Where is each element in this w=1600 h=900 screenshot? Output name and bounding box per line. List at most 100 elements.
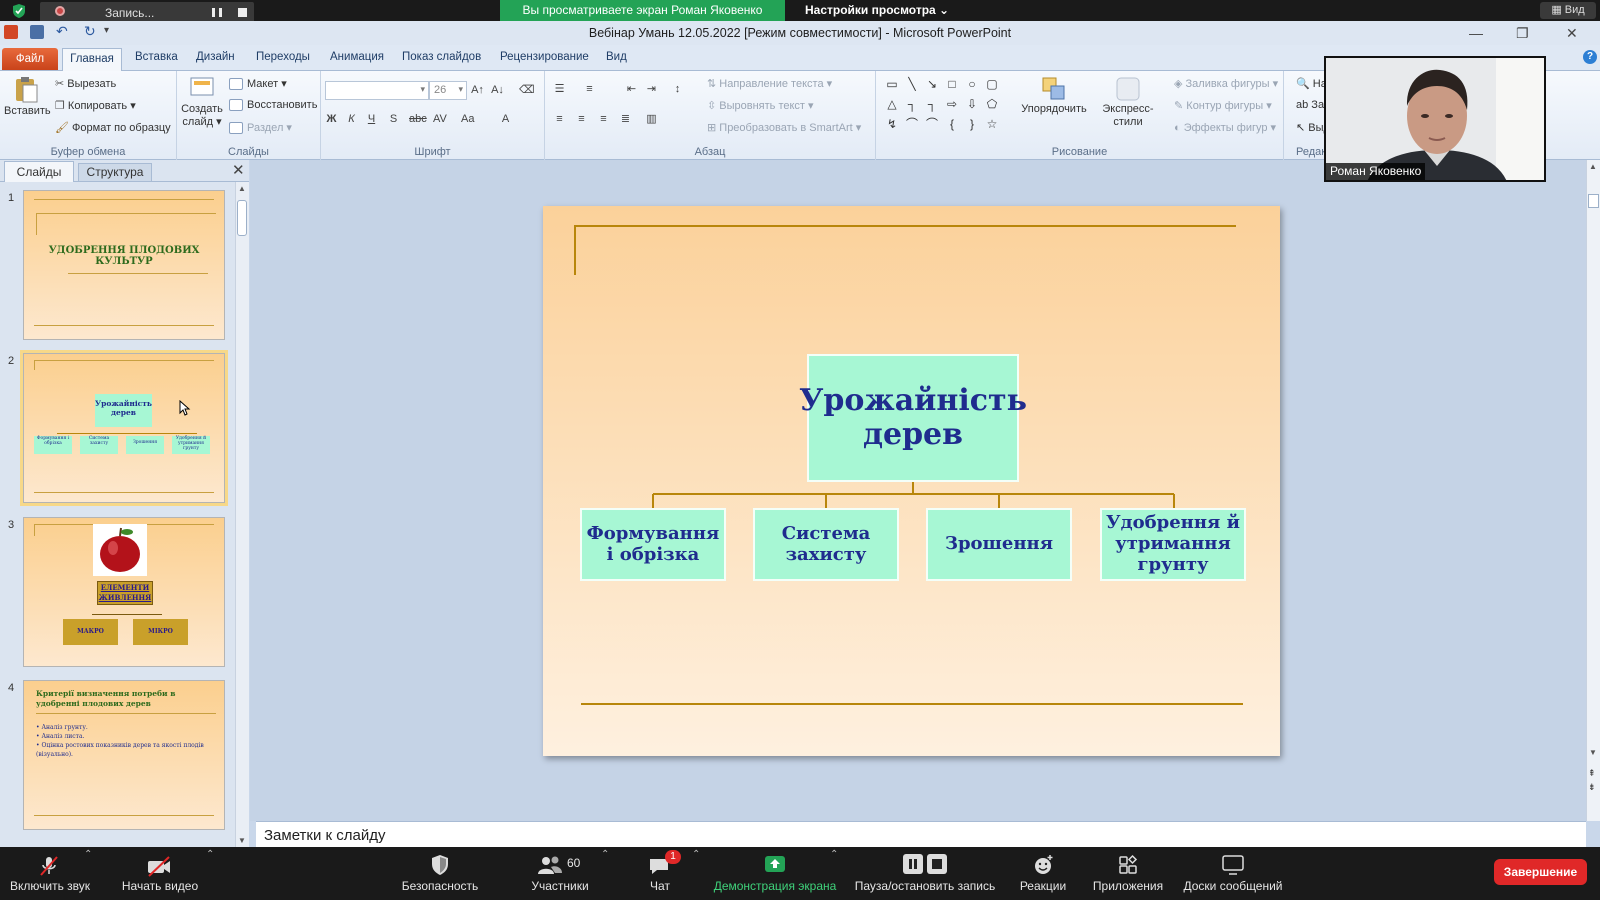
security-button[interactable]: Безопасность: [395, 847, 485, 900]
close-pane-icon[interactable]: ✕: [232, 161, 245, 179]
end-meeting-button[interactable]: Завершение: [1494, 859, 1587, 885]
shape-fill-button[interactable]: ◈ Заливка фигуры ▾: [1174, 77, 1278, 90]
next-slide-icon[interactable]: ⇟: [1588, 782, 1596, 793]
reactions-button[interactable]: Реакции: [1008, 847, 1078, 900]
chevron-up-icon[interactable]: ⌃: [692, 849, 700, 860]
left-brace-shape-icon[interactable]: {: [944, 117, 960, 131]
columns-icon[interactable]: ▥: [645, 113, 658, 126]
scroll-down-icon[interactable]: ▼: [238, 836, 246, 845]
tab-slides[interactable]: Слайды: [4, 161, 74, 182]
chevron-up-icon[interactable]: ⌃: [206, 849, 214, 860]
slide-scrollbar[interactable]: ▲ ▼ ⇞ ⇟: [1586, 160, 1600, 821]
tab-view[interactable]: Вид: [606, 51, 627, 63]
close-icon[interactable]: ✕: [1566, 25, 1578, 42]
underline-icon[interactable]: Ч: [365, 113, 378, 126]
justify-icon[interactable]: ≣: [619, 113, 632, 126]
elbow-connector-shape-icon[interactable]: ┐: [904, 97, 920, 111]
spacing-icon[interactable]: AV: [433, 113, 447, 126]
curve-shape-icon[interactable]: ⌒: [904, 117, 920, 131]
right-arrow-shape-icon[interactable]: ⇨: [944, 97, 960, 111]
arrange-button[interactable]: Упорядочить: [1020, 75, 1088, 116]
layout-button[interactable]: Макет ▾: [229, 77, 287, 91]
triangle-shape-icon[interactable]: △: [884, 97, 900, 111]
decrease-indent-icon[interactable]: ⇤: [625, 83, 638, 96]
copy-button[interactable]: ❐ Копировать ▾: [55, 99, 136, 112]
tab-review[interactable]: Рецензирование: [500, 51, 589, 63]
textbox-shape-icon[interactable]: ▭: [884, 77, 900, 91]
slide-thumbnail-3[interactable]: ЕЛЕМЕНТИ ЖИВЛЕННЯ МАКРО МІКРО: [23, 517, 225, 667]
strikethrough-icon[interactable]: abc: [409, 113, 427, 126]
webcam-thumbnail[interactable]: Роман Яковенко: [1324, 56, 1546, 182]
view-button[interactable]: ▦ Вид: [1540, 2, 1596, 19]
start-video-button[interactable]: ⌃ Начать видео: [110, 847, 215, 900]
italic-icon[interactable]: К: [345, 113, 358, 126]
tab-insert[interactable]: Вставка: [135, 51, 178, 63]
current-slide[interactable]: Урожайність дерев Формування і обрізка С…: [543, 206, 1280, 756]
child-node-pruning[interactable]: Формування і обрізка: [580, 508, 726, 581]
rounded-rect-shape-icon[interactable]: ▢: [984, 77, 1000, 91]
minimize-icon[interactable]: —: [1469, 25, 1483, 41]
star-shape-icon[interactable]: ☆: [984, 117, 1000, 131]
root-node[interactable]: Урожайність дерев: [799, 354, 1027, 482]
apps-button[interactable]: Приложения: [1088, 847, 1168, 900]
chevron-up-icon[interactable]: ⌃: [84, 849, 92, 860]
tab-design[interactable]: Дизайн: [196, 51, 235, 63]
arc-shape-icon[interactable]: ⌒: [924, 117, 940, 131]
shape-effects-button[interactable]: ◐ Эффекты фигур ▾: [1174, 121, 1276, 134]
grow-font-icon[interactable]: A↑: [471, 84, 484, 97]
child-node-fertilization[interactable]: Удобрення й утримання грунту: [1100, 508, 1246, 581]
shapes-gallery[interactable]: ▭ ╲ ↘ □ ○ ▢ △ ┐ ┐ ⇨ ⇩ ⬠ ↯ ⌒ ⌒ { } ☆: [884, 75, 1014, 139]
scrollbar-thumb[interactable]: [1588, 194, 1599, 208]
tab-file[interactable]: Файл: [2, 48, 58, 70]
chat-button[interactable]: 1 ⌃ Чат: [630, 847, 700, 900]
align-center-icon[interactable]: ≡: [575, 113, 588, 126]
shrink-font-icon[interactable]: A↓: [491, 84, 504, 97]
align-text-button[interactable]: ⇳ Выровнять текст ▾: [707, 99, 814, 112]
section-button[interactable]: Раздел ▾: [229, 121, 292, 135]
chevron-up-icon[interactable]: ⌃: [830, 849, 838, 860]
restore-icon[interactable]: ❐: [1516, 25, 1529, 42]
font-name-combo[interactable]: ▾: [325, 81, 429, 100]
line-spacing-icon[interactable]: ↕: [671, 83, 684, 96]
increase-indent-icon[interactable]: ⇥: [645, 83, 658, 96]
shadow-icon[interactable]: S: [387, 113, 400, 126]
down-arrow-shape-icon[interactable]: ⇩: [964, 97, 980, 111]
tab-transitions[interactable]: Переходы: [256, 51, 310, 63]
whiteboards-button[interactable]: Доски сообщений: [1178, 847, 1288, 900]
paste-button[interactable]: Вставить: [4, 75, 51, 118]
line-shape-icon[interactable]: ╲: [904, 77, 920, 91]
numbering-icon[interactable]: ≡: [583, 83, 596, 96]
pause-recording-icon[interactable]: [212, 8, 222, 17]
share-screen-button[interactable]: ⌃ Демонстрация экрана: [710, 847, 840, 900]
format-painter-button[interactable]: 🖌 Формат по образцу: [55, 121, 171, 134]
arrow-line-shape-icon[interactable]: ↘: [924, 77, 940, 91]
font-color-icon[interactable]: A: [499, 113, 512, 126]
reset-button[interactable]: Восстановить: [229, 99, 317, 112]
change-case-icon[interactable]: Aa: [461, 113, 474, 126]
child-node-protection[interactable]: Система захисту: [753, 508, 899, 581]
right-brace-shape-icon[interactable]: }: [964, 117, 980, 131]
bold-icon[interactable]: Ж: [325, 113, 338, 126]
rectangle-shape-icon[interactable]: □: [944, 77, 960, 91]
chevron-up-icon[interactable]: ⌃: [601, 849, 609, 860]
smartart-button[interactable]: ⊞ Преобразовать в SmartArt ▾: [707, 121, 861, 134]
help-icon[interactable]: ?: [1583, 50, 1597, 64]
pause-stop-recording-button[interactable]: Пауза/остановить запись: [850, 847, 1000, 900]
clear-format-icon[interactable]: ⌫: [519, 84, 535, 97]
cut-button[interactable]: ✂ Вырезать: [55, 77, 116, 90]
scrollbar-thumb[interactable]: [237, 200, 247, 236]
font-size-combo[interactable]: 26 ▾: [429, 81, 467, 100]
oval-shape-icon[interactable]: ○: [964, 77, 980, 91]
new-slide-button[interactable]: Создать слайд ▾: [181, 75, 223, 129]
scroll-up-icon[interactable]: ▲: [1589, 162, 1597, 171]
align-left-icon[interactable]: ≡: [553, 113, 566, 126]
tab-slideshow[interactable]: Показ слайдов: [402, 51, 481, 63]
align-right-icon[interactable]: ≡: [597, 113, 610, 126]
elbow-arrow-shape-icon[interactable]: ┐: [924, 97, 940, 111]
slide-thumbnail-1[interactable]: УДОБРЕННЯ ПЛОДОВИХ КУЛЬТУР: [23, 190, 225, 340]
shape-outline-button[interactable]: ✎ Контур фигуры ▾: [1174, 99, 1272, 112]
unmute-button[interactable]: ⌃ Включить звук: [0, 847, 100, 900]
slide-thumbnail-4[interactable]: Критерії визначення потреби в удобренні …: [23, 680, 225, 830]
tab-home[interactable]: Главная: [62, 48, 122, 72]
bullets-icon[interactable]: ☰: [553, 83, 566, 96]
